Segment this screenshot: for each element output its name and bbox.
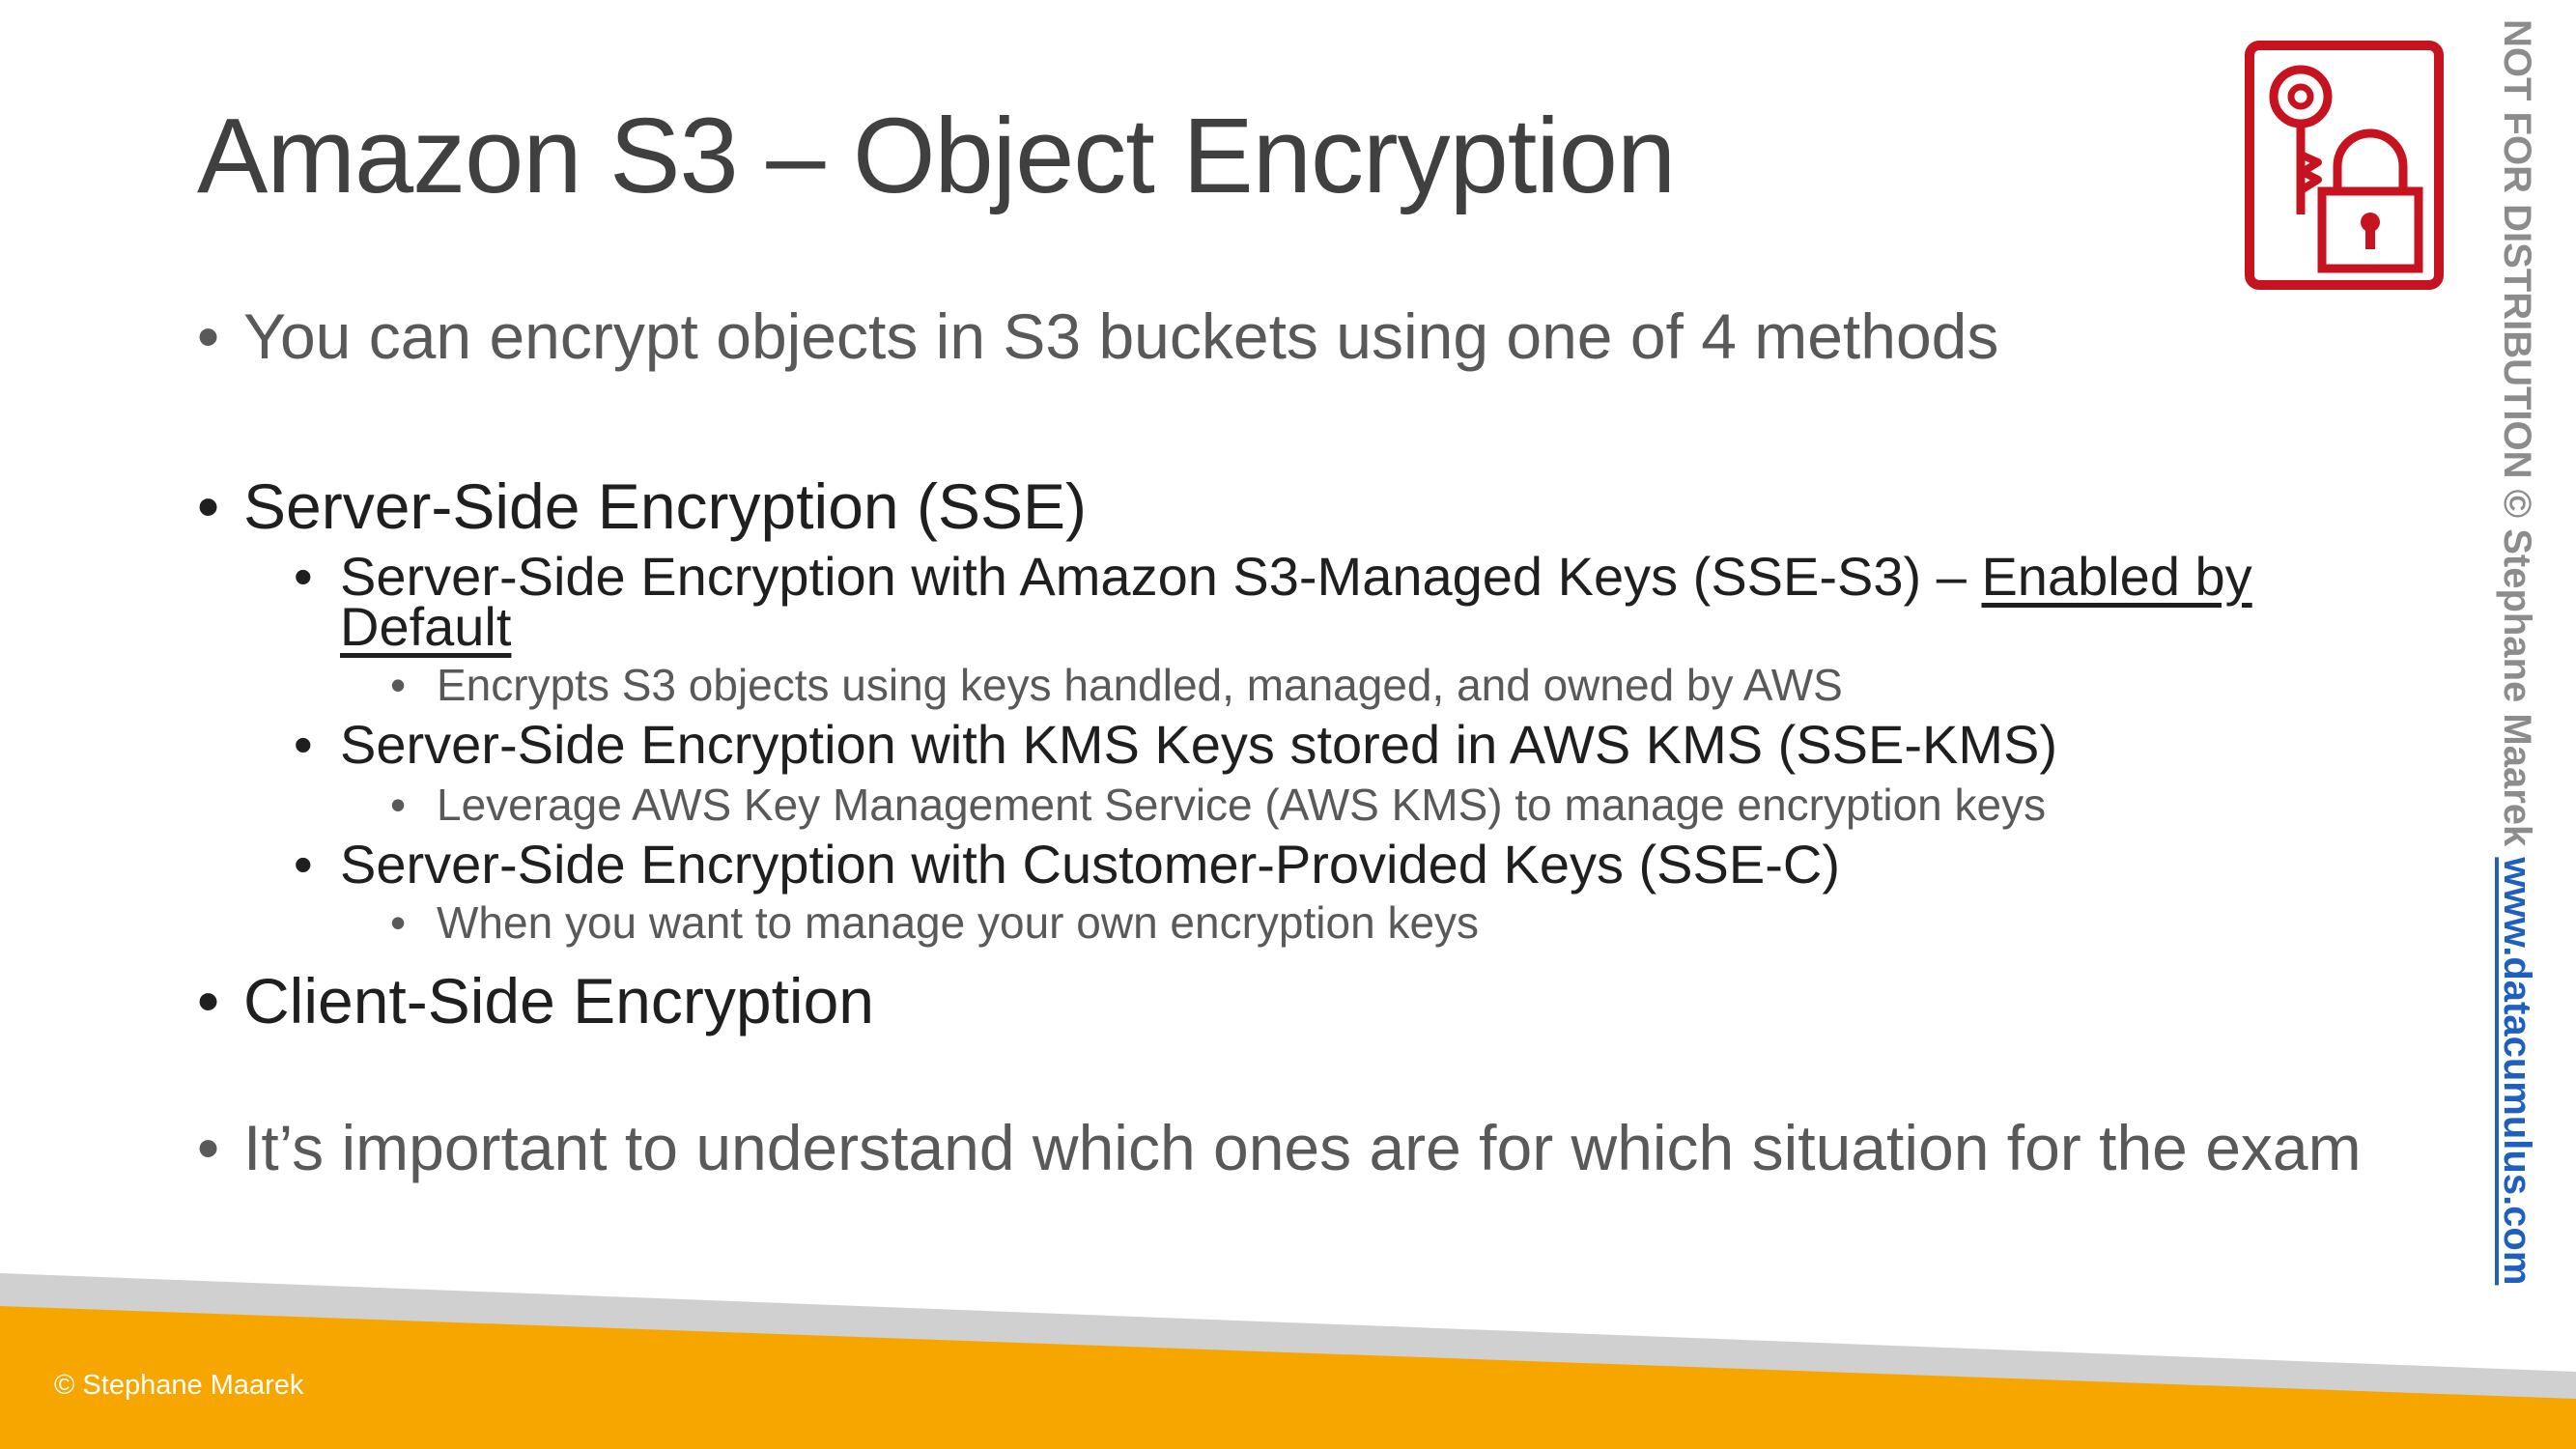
bullet-dot: • — [390, 780, 407, 830]
bullet-dot: • — [294, 546, 313, 607]
bullet-text: Server-Side Encryption (SSE) — [243, 470, 1087, 542]
slide-title: Amazon S3 – Object Encryption — [197, 97, 1676, 215]
bullet-text: Server-Side Encryption with Customer-Pro… — [340, 834, 1840, 895]
slide: Amazon S3 – Object Encryption • You can … — [0, 0, 2576, 1449]
bullet-text: Client-Side Encryption — [243, 965, 874, 1037]
bullet-dot: • — [197, 965, 220, 1037]
vertical-watermark: NOT FOR DISTRIBUTION © Stephane Maarek w… — [2496, 19, 2538, 1285]
enabled-by-default-link[interactable]: Enabled by — [1981, 546, 2251, 607]
bullet-text: Leverage AWS Key Management Service (AWS… — [437, 780, 2047, 830]
bullet-dot: • — [197, 300, 220, 372]
bullet-dot: • — [294, 834, 313, 895]
bullet-dot: • — [390, 897, 407, 948]
bullet-text: Encrypts S3 objects using keys handled, … — [437, 660, 1843, 710]
bullet-text: Server-Side Encryption with KMS Keys sto… — [340, 714, 2058, 775]
bullet-dot: • — [197, 1112, 220, 1183]
footer-copyright: © Stephane Maarek — [54, 1370, 304, 1401]
bullet-text: It’s important to understand which ones … — [243, 1112, 2362, 1183]
bullet-dot: • — [294, 714, 313, 775]
bullet-text: You can encrypt objects in S3 buckets us… — [243, 300, 1999, 372]
bullet-dot: • — [390, 660, 407, 710]
bullet-text: When you want to manage your own encrypt… — [437, 897, 1480, 948]
datacumulus-link[interactable]: www.datacumulus.com — [2496, 857, 2538, 1285]
key-lock-icon — [2245, 41, 2444, 290]
bullet-dot: • — [197, 470, 220, 542]
distribution-notice: NOT FOR DISTRIBUTION © Stephane Maarek — [2496, 19, 2538, 858]
bullet-text: Server-Side Encryption with Amazon S3-Ma… — [340, 546, 1982, 607]
enabled-by-default-link-cont[interactable]: Default — [340, 597, 511, 657]
